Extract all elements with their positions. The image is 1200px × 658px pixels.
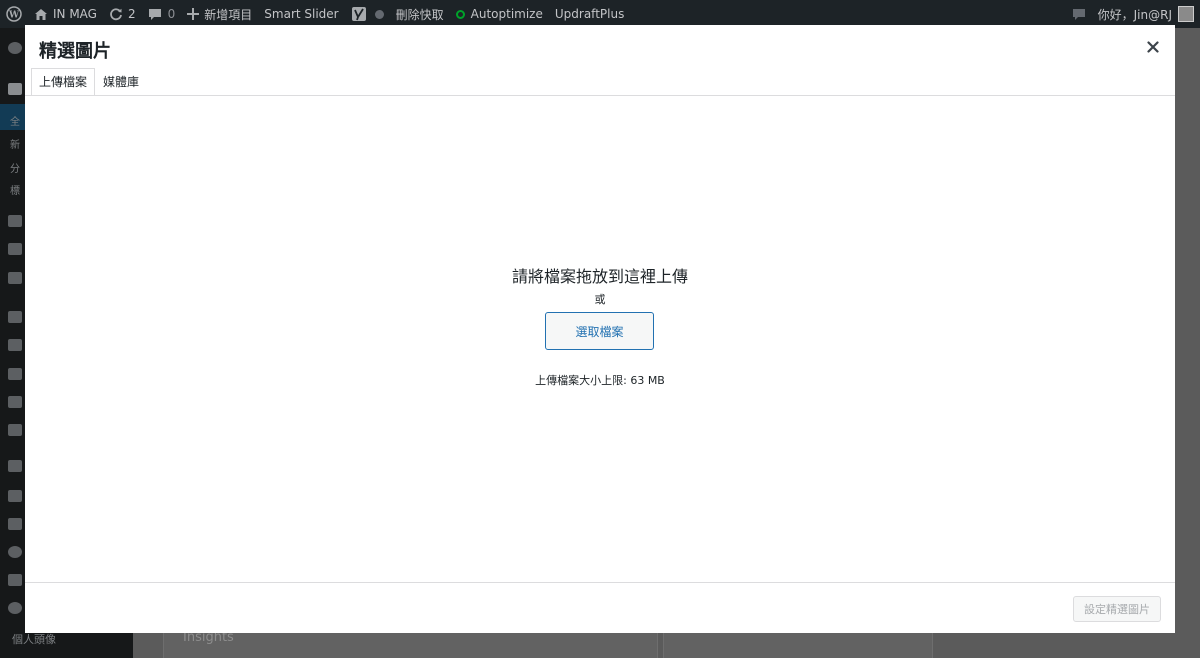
users-icon	[8, 368, 22, 380]
or-label: 或	[594, 293, 606, 306]
tab-media-library[interactable]: 媒體庫	[95, 68, 147, 96]
clear-cache-link[interactable]: 刪除快取	[390, 0, 450, 28]
updates-icon	[109, 7, 123, 21]
dashboard-icon	[8, 42, 22, 54]
wordpress-logo-icon[interactable]: W	[0, 0, 28, 28]
upload-drop-zone[interactable]: 請將檔案拖放到這裡上傳 或 選取檔案 上傳檔案大小上限: 63 MB	[25, 96, 1175, 582]
set-featured-image-button[interactable]: 設定精選圖片	[1073, 596, 1161, 622]
plus-icon	[187, 8, 200, 20]
menu-list-icon	[8, 490, 22, 502]
modal-tabs: 上傳檔案 媒體庫	[31, 68, 147, 96]
notification-icon	[1072, 8, 1086, 21]
sidebar-item-label: 分	[10, 164, 20, 175]
comments-count: 0	[167, 7, 176, 21]
yoast-icon	[351, 6, 367, 22]
comment-icon	[148, 8, 162, 21]
updates-link[interactable]: 2	[103, 0, 142, 28]
comments-link[interactable]: 0	[142, 0, 182, 28]
pin-icon	[8, 83, 22, 95]
autoptimize-status-icon	[455, 9, 465, 19]
slider-icon	[8, 518, 22, 530]
close-button[interactable]	[1143, 37, 1163, 57]
updates-count: 2	[127, 7, 136, 21]
site-name-link[interactable]: IN MAG	[28, 0, 103, 28]
updraftplus-label: UpdraftPlus	[554, 7, 625, 21]
profile-menu-label: 個人頭像	[12, 633, 56, 646]
gear-icon	[8, 602, 22, 614]
plugins-icon	[8, 339, 22, 351]
updraftplus-link[interactable]: UpdraftPlus	[549, 0, 630, 28]
smart-slider-label: Smart Slider	[264, 7, 339, 21]
pages-icon	[8, 243, 22, 255]
site-name: IN MAG	[53, 7, 97, 21]
new-item-link[interactable]: 新增項目	[181, 0, 258, 28]
tools-icon	[8, 396, 22, 408]
comments-icon	[8, 272, 22, 284]
sidebar-item-label: 新	[10, 140, 20, 151]
close-icon	[1147, 38, 1159, 57]
sidebar-item-label: 全	[10, 117, 20, 128]
select-files-button[interactable]: 選取檔案	[545, 312, 654, 350]
yoast-menu-icon	[8, 460, 22, 472]
my-account-link[interactable]: 你好，Jin@RJ	[1092, 0, 1200, 28]
admin-bar: W IN MAG 2 0 新增項目 Smart Slider 刪除快取 Auto…	[0, 0, 1200, 28]
autoptimize-link[interactable]: Autoptimize	[450, 0, 549, 28]
settings-icon	[8, 424, 22, 436]
max-upload-size: 上傳檔案大小上限: 63 MB	[535, 374, 665, 387]
insights-menu-icon	[8, 546, 22, 558]
home-icon	[34, 8, 48, 21]
modal-title: 精選圖片	[39, 41, 111, 62]
svg-text:W: W	[8, 11, 20, 21]
clear-cache-label: 刪除快取	[395, 7, 444, 22]
smart-slider-link[interactable]: Smart Slider	[258, 0, 344, 28]
education-icon	[8, 574, 22, 586]
yoast-status-dot-icon	[374, 9, 384, 19]
sidebar-item-label: 標	[10, 186, 20, 197]
yoast-seo-link[interactable]	[345, 0, 390, 28]
media-icon	[8, 215, 22, 227]
featured-image-modal: 精選圖片 上傳檔案 媒體庫 請將檔案拖放到這裡上傳 或 選取檔案 上傳檔案大小上…	[25, 25, 1175, 633]
greeting-label: 你好，Jin@RJ	[1097, 7, 1172, 22]
notifications-link[interactable]	[1066, 0, 1092, 28]
appearance-icon	[8, 311, 22, 323]
tab-upload-files[interactable]: 上傳檔案	[31, 68, 96, 96]
drop-instructions: 請將檔案拖放到這裡上傳	[511, 267, 688, 286]
modal-toolbar: 設定精選圖片	[25, 582, 1175, 633]
new-item-label: 新增項目	[204, 7, 253, 22]
avatar	[1178, 6, 1194, 22]
autoptimize-label: Autoptimize	[470, 7, 543, 21]
